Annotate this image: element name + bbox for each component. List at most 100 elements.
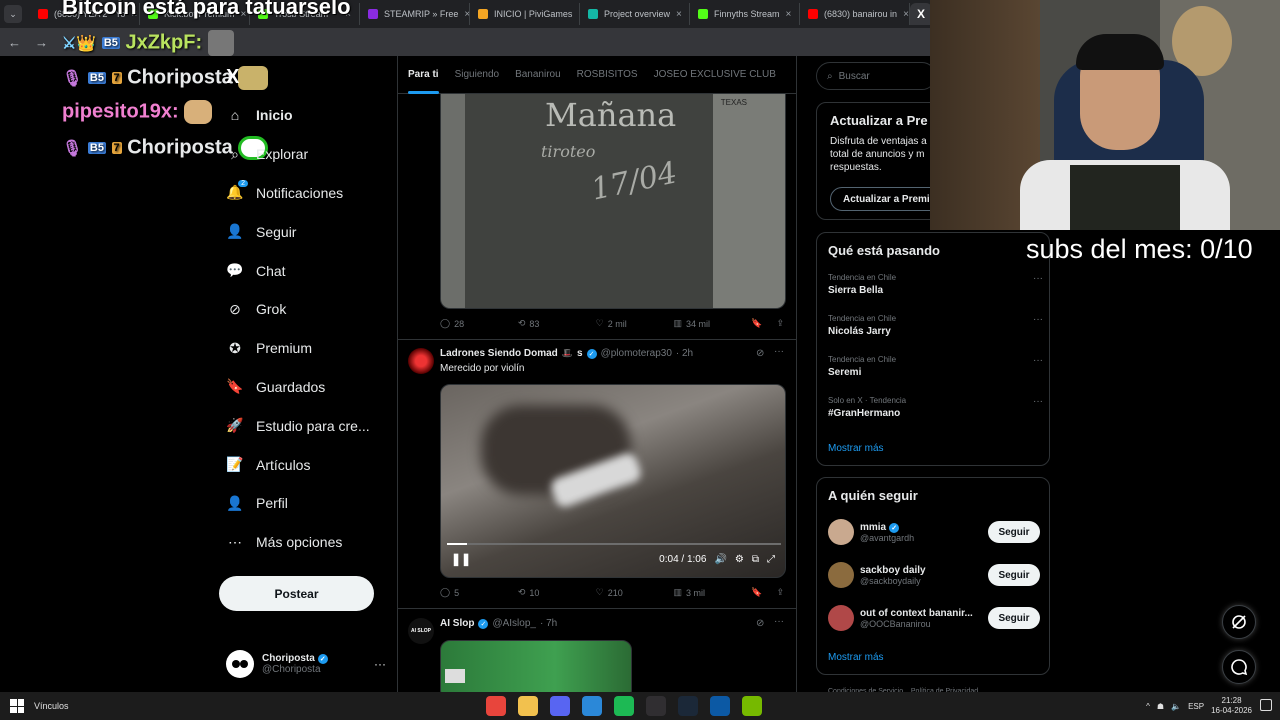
tweet-time[interactable]: · 2h — [676, 348, 693, 359]
volume-icon[interactable]: 🔊 — [714, 554, 726, 565]
show-more-link[interactable]: Mostrar más — [828, 443, 884, 454]
volume-icon[interactable]: 🔈 — [1171, 702, 1181, 711]
views-button[interactable]: ▥ 34 mil — [673, 318, 751, 329]
clock[interactable]: 21:28 16-04-2026 — [1211, 696, 1252, 716]
like-button[interactable]: ♡ 2 mil — [596, 318, 674, 329]
browser-tab[interactable]: INICIO | PiviGames× — [470, 3, 580, 25]
tweet-author-name[interactable]: AI Slop — [440, 618, 474, 629]
nav-item-9[interactable]: 📝 Artículos — [226, 445, 396, 484]
reply-button[interactable]: ◯ 28 — [440, 318, 518, 329]
grok-button[interactable] — [1222, 605, 1256, 639]
views-button[interactable]: ▥ 3 mil — [673, 587, 751, 598]
close-icon[interactable]: × — [676, 9, 682, 20]
browser-tab[interactable]: STEAMRIP » Free × — [360, 3, 470, 25]
messages-button[interactable] — [1222, 650, 1256, 684]
trend-item[interactable]: Tendencia en Chile Nicolás Jarry ··· — [828, 314, 1043, 337]
trend-item[interactable]: Tendencia en Chile Sierra Bella ··· — [828, 273, 1043, 296]
follow-suggestion[interactable]: mmia ✓ @avantgardh Seguir — [828, 518, 1040, 546]
fullscreen-icon[interactable]: ⤢ — [767, 554, 775, 565]
nvidia-icon[interactable] — [742, 696, 762, 716]
obs-icon[interactable] — [646, 696, 666, 716]
grok-icon[interactable]: ⊘ — [756, 348, 764, 359]
follow-suggestion[interactable]: out of context bananir... @OOCBananirou Se… — [828, 604, 1040, 632]
more-icon[interactable]: ··· — [1033, 273, 1043, 284]
premium-button[interactable]: Actualizar a Premi — [830, 187, 943, 211]
nav-item-5[interactable]: ⊘ Grok — [226, 290, 396, 329]
timeline-tab-4[interactable]: JOSEO EXCLUSIVE CLUB — [654, 56, 776, 94]
timeline-tab-0[interactable]: Para ti — [408, 56, 439, 94]
notifications-icon[interactable] — [1260, 699, 1272, 711]
tweet-image[interactable]: Mañana tiroteo 17/04 TEXAS — [440, 94, 786, 309]
spotify-icon[interactable] — [614, 696, 634, 716]
browser-tab[interactable]: (6830) banairou in × — [800, 3, 910, 25]
tweet-handle[interactable]: @AIslop_ — [492, 618, 536, 629]
timeline-tab-1[interactable]: Siguiendo — [455, 56, 499, 94]
share-icon[interactable]: ⇪ — [776, 587, 784, 598]
pip-icon[interactable]: ⧉ — [752, 554, 759, 565]
timeline-tab-2[interactable]: Bananirou — [515, 56, 561, 94]
nav-item-8[interactable]: 🚀 Estudio para cre... — [226, 406, 396, 445]
explorer-icon[interactable] — [518, 696, 538, 716]
bookmark-icon[interactable]: 🔖 — [751, 587, 762, 598]
share-icon[interactable]: ⇪ — [776, 318, 784, 329]
more-icon[interactable]: ··· — [1033, 396, 1043, 407]
search-input[interactable]: ⌕ Buscar — [816, 62, 936, 90]
browser-tab[interactable]: Project overview × — [580, 3, 690, 25]
discord-icon[interactable] — [550, 696, 570, 716]
avatar[interactable] — [408, 348, 434, 374]
follow-button[interactable]: Seguir — [988, 521, 1040, 543]
forward-icon[interactable]: → — [35, 35, 48, 50]
close-icon[interactable]: × — [786, 9, 792, 20]
account-switcher[interactable]: Choriposta ✓ @Choriposta ··· — [226, 648, 386, 680]
more-icon[interactable]: ··· — [1033, 355, 1043, 366]
more-icon[interactable]: ··· — [774, 346, 784, 357]
chrome-icon[interactable] — [486, 696, 506, 716]
tweet-video[interactable]: ❚❚ 0:04 / 1:06 🔊 ⚙ ⧉ ⤢ — [440, 384, 786, 578]
nav-item-10[interactable]: 👤 Perfil — [226, 484, 396, 523]
timeline-tab-3[interactable]: ROSBISITOS — [577, 56, 638, 94]
show-more-link[interactable]: Mostrar más — [828, 652, 884, 663]
more-icon[interactable]: ··· — [374, 657, 386, 671]
chevron-up-icon[interactable]: ^ — [1146, 702, 1150, 711]
nav-item-11[interactable]: ⋯ Más opciones — [226, 523, 396, 562]
tweet-image[interactable] — [440, 640, 632, 692]
nav-item-2[interactable]: 🔔 2 Notificaciones — [226, 174, 396, 213]
edge-icon[interactable] — [710, 696, 730, 716]
back-icon[interactable]: ← — [8, 35, 21, 50]
nav-item-4[interactable]: 💬 Chat — [226, 251, 396, 290]
tab-x-active[interactable]: X — [910, 3, 932, 25]
tab-search-button[interactable]: ⌄ — [4, 5, 22, 23]
language-indicator[interactable]: ESP — [1188, 702, 1204, 711]
more-icon[interactable]: ··· — [1033, 314, 1043, 325]
retweet-button[interactable]: ⟲ 83 — [518, 318, 596, 329]
tweet-time[interactable]: · 7h — [540, 618, 557, 629]
more-icon[interactable]: ··· — [774, 616, 784, 627]
network-icon[interactable]: ☗ — [1157, 702, 1164, 711]
follow-suggestion[interactable]: sackboy daily @sackboydaily Seguir — [828, 561, 1040, 589]
avatar[interactable]: AI SLOP — [408, 618, 434, 644]
browser-tab[interactable]: Finnyths Stream × — [690, 3, 800, 25]
store-icon[interactable] — [582, 696, 602, 716]
nav-item-7[interactable]: 🔖 Guardados — [226, 368, 396, 407]
post-button[interactable]: Postear — [219, 576, 374, 611]
tweet-handle[interactable]: @plomoterap30 — [601, 348, 672, 359]
follow-button[interactable]: Seguir — [988, 564, 1040, 586]
nav-item-0[interactable]: ⌂ Inicio — [226, 96, 396, 135]
reply-button[interactable]: ◯ 5 — [440, 587, 518, 598]
like-button[interactable]: ♡ 210 — [596, 587, 674, 598]
trend-item[interactable]: Solo en X · Tendencia #GranHermano ··· — [828, 396, 1043, 419]
retweet-button[interactable]: ⟲ 10 — [518, 587, 596, 598]
steam-icon[interactable] — [678, 696, 698, 716]
nav-item-6[interactable]: ✪ Premium — [226, 329, 396, 368]
tweet-author-name[interactable]: Ladrones Siendo Domad — [440, 348, 558, 359]
nav-item-1[interactable]: ⌕ Explorar — [226, 135, 396, 174]
settings-icon[interactable]: ⚙ — [735, 554, 744, 565]
bookmark-icon[interactable]: 🔖 — [751, 318, 762, 329]
nav-item-3[interactable]: 👤 Seguir — [226, 212, 396, 251]
x-logo-icon[interactable]: X — [226, 66, 239, 89]
pause-icon[interactable]: ❚❚ — [451, 552, 471, 566]
trend-item[interactable]: Tendencia en Chile Seremi ··· — [828, 355, 1043, 378]
taskbar-links[interactable]: Vínculos — [34, 701, 69, 711]
windows-start-icon[interactable] — [10, 699, 24, 713]
follow-button[interactable]: Seguir — [988, 607, 1040, 629]
